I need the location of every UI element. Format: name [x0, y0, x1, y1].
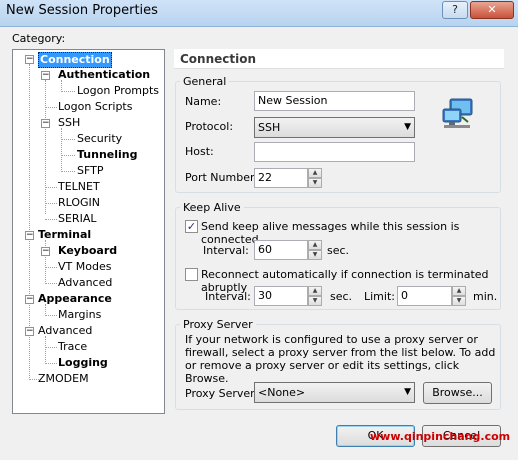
collapse-icon[interactable]: − — [25, 327, 34, 336]
spin-up-icon[interactable]: ▲ — [308, 168, 322, 178]
port-input[interactable]: 22 — [254, 168, 308, 188]
spin-up-icon[interactable]: ▲ — [308, 286, 322, 296]
tree-item-security[interactable]: Security — [77, 132, 122, 146]
tree-line — [45, 203, 57, 204]
tree-line — [45, 107, 57, 108]
tree-item-tunneling[interactable]: Tunneling — [77, 148, 138, 162]
collapse-icon[interactable]: − — [41, 119, 50, 128]
tree-line — [61, 139, 75, 140]
network-computers-icon — [440, 96, 476, 132]
tree-item-logon-prompts[interactable]: Logon Prompts — [77, 84, 159, 98]
tree-item-sftp[interactable]: SFTP — [77, 164, 103, 178]
tree-line — [45, 363, 57, 364]
tree-item-logging[interactable]: Logging — [58, 356, 108, 370]
reconnect-interval-input[interactable]: 30 — [254, 286, 308, 306]
help-button[interactable]: ? — [442, 1, 468, 19]
close-button[interactable]: ✕ — [470, 1, 514, 19]
tree-line — [45, 219, 57, 220]
keep-alive-group-label: Keep Alive — [180, 201, 244, 214]
collapse-icon[interactable]: − — [25, 295, 34, 304]
tree-item-appearance[interactable]: Appearance — [38, 292, 112, 306]
spin-down-icon[interactable]: ▼ — [452, 296, 466, 306]
tree-item-keyboard[interactable]: Keyboard — [58, 244, 117, 258]
tree-line — [45, 267, 57, 268]
tree-line — [45, 336, 46, 362]
proxy-server-label: Proxy Server: — [185, 387, 259, 400]
proxy-server-value: <None> — [258, 386, 306, 399]
general-group-label: General — [180, 75, 230, 88]
tree-item-serial[interactable]: SERIAL — [58, 212, 96, 226]
chevron-down-icon: ▼ — [404, 122, 411, 132]
interval-label: Interval: — [203, 244, 249, 257]
tree-line — [61, 155, 75, 156]
reconnect-sec-label: sec. — [330, 290, 353, 303]
category-tree[interactable]: − Connection − Authentication Logon Prom… — [12, 49, 165, 414]
protocol-value: SSH — [258, 121, 281, 134]
tree-line — [61, 91, 75, 92]
limit-min-label: min. — [473, 290, 498, 303]
spin-up-icon[interactable]: ▲ — [308, 240, 322, 250]
port-label: Port Number: — [185, 171, 259, 184]
reconnect-interval-label: Interval: — [205, 290, 251, 303]
spin-down-icon[interactable]: ▼ — [308, 250, 322, 260]
collapse-icon[interactable]: − — [41, 247, 50, 256]
collapse-icon[interactable]: − — [41, 71, 50, 80]
tree-item-logon-scripts[interactable]: Logon Scripts — [58, 100, 132, 114]
tree-item-rlogin[interactable]: RLOGIN — [58, 196, 100, 210]
host-input[interactable] — [254, 142, 415, 162]
tree-line — [61, 128, 62, 170]
panel-header: Connection — [174, 49, 504, 69]
spin-up-icon[interactable]: ▲ — [452, 286, 466, 296]
tree-item-vt-modes[interactable]: VT Modes — [58, 260, 111, 274]
send-keep-alive-checkbox[interactable]: ✓ — [185, 220, 198, 233]
window-title: New Session Properties — [6, 3, 158, 18]
interval-sec-label: sec. — [327, 244, 350, 257]
tree-item-ssh[interactable]: SSH — [58, 116, 80, 130]
spin-down-icon[interactable]: ▼ — [308, 296, 322, 306]
spin-down-icon[interactable]: ▼ — [308, 178, 322, 188]
tree-item-advanced-terminal[interactable]: Advanced — [58, 276, 112, 290]
protocol-select[interactable]: SSH ▼ — [254, 117, 415, 138]
tree-line — [45, 283, 57, 284]
interval-input[interactable]: 60 — [254, 240, 308, 260]
tree-line — [45, 187, 57, 188]
proxy-description: If your network is configured to use a p… — [185, 333, 496, 385]
tree-item-terminal[interactable]: Terminal — [38, 228, 91, 242]
proxy-group-label: Proxy Server — [180, 318, 256, 331]
tree-item-trace[interactable]: Trace — [58, 340, 87, 354]
host-label: Host: — [185, 145, 214, 158]
proxy-server-select[interactable]: <None> ▼ — [254, 382, 415, 403]
chevron-down-icon: ▼ — [404, 387, 411, 397]
browse-button[interactable]: Browse... — [423, 382, 492, 404]
name-input[interactable]: New Session — [254, 91, 415, 111]
limit-spinner[interactable]: ▲ ▼ — [452, 286, 466, 306]
collapse-icon[interactable]: − — [25, 231, 34, 240]
protocol-label: Protocol: — [185, 120, 234, 133]
title-bar: New Session Properties ? ✕ — [0, 0, 518, 27]
tree-item-authentication[interactable]: Authentication — [58, 68, 150, 82]
tree-line — [45, 80, 46, 214]
reconnect-interval-spinner[interactable]: ▲ ▼ — [308, 286, 322, 306]
reconnect-checkbox[interactable] — [185, 268, 198, 281]
tree-line — [45, 315, 57, 316]
collapse-icon[interactable]: − — [25, 55, 34, 64]
port-spinner[interactable]: ▲ ▼ — [308, 168, 322, 188]
name-label: Name: — [185, 95, 222, 108]
tree-item-zmodem[interactable]: ZMODEM — [38, 372, 89, 386]
category-label: Category: — [12, 32, 66, 45]
tree-item-margins[interactable]: Margins — [58, 308, 101, 322]
interval-spinner[interactable]: ▲ ▼ — [308, 240, 322, 260]
watermark: www.qinpinchang.com — [370, 430, 511, 443]
tree-item-telnet[interactable]: TELNET — [58, 180, 100, 194]
tree-line — [61, 171, 75, 172]
limit-label: Limit: — [364, 290, 395, 303]
send-keep-alive-label: Send keep alive messages while this sess… — [201, 220, 460, 246]
tree-line — [45, 347, 57, 348]
tree-item-advanced[interactable]: Advanced — [38, 324, 92, 338]
limit-input[interactable]: 0 — [397, 286, 452, 306]
tree-item-connection[interactable]: Connection — [38, 52, 112, 68]
